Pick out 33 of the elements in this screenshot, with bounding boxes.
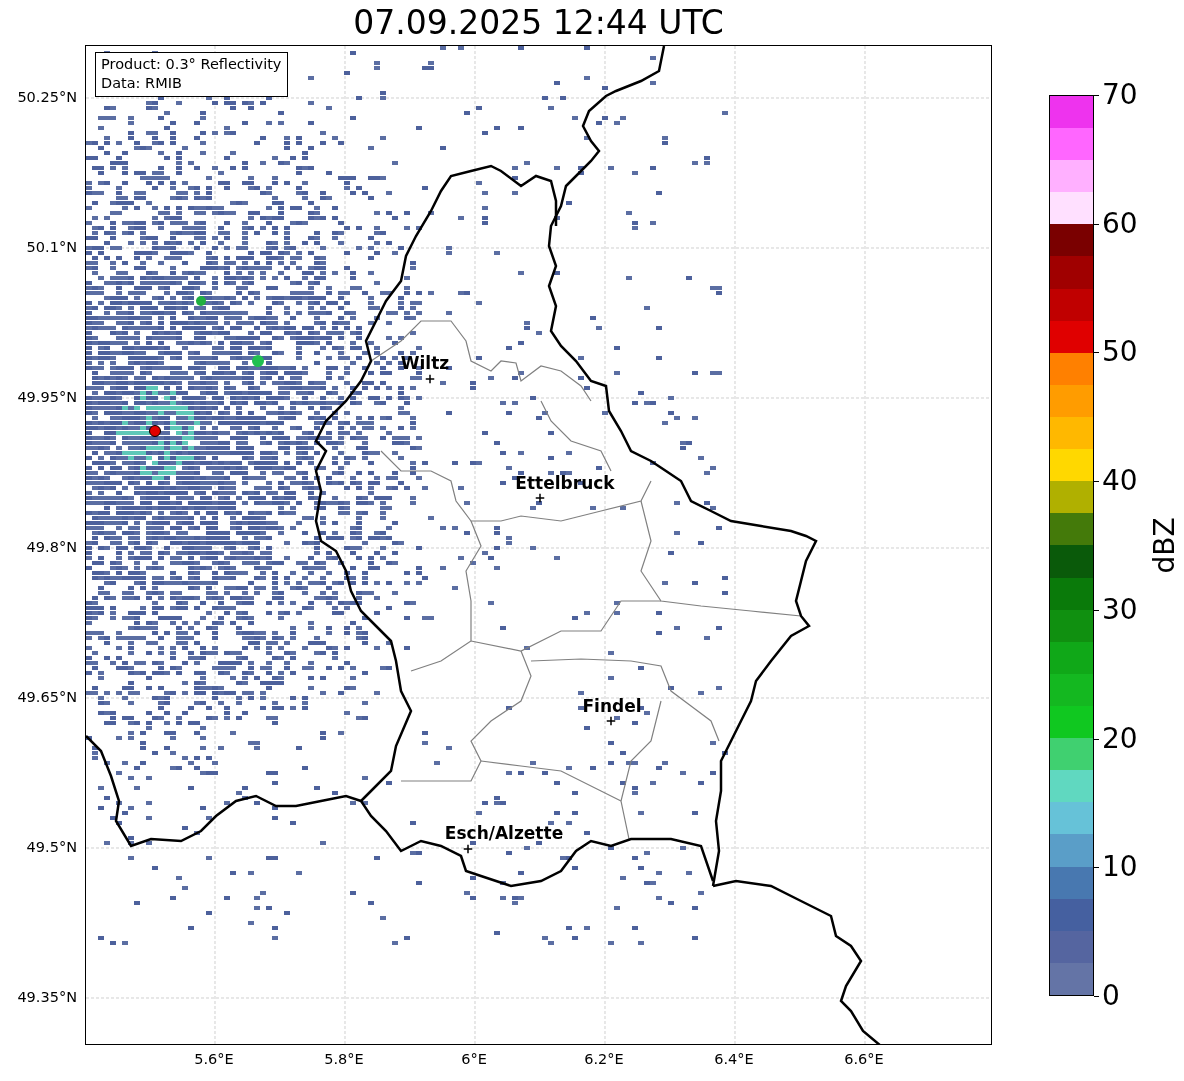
colorbar-title: dBZ [1147,517,1181,574]
longitude-label: 6.6°E [844,1051,884,1067]
latitude-label: 50.1°N [26,239,77,255]
colorbar-tick-label: 50 [1102,338,1138,367]
plus-icon [463,844,473,854]
colorbar-tick-label: 40 [1102,467,1138,496]
city-label: Ettelbruck [515,473,615,493]
city-label: Esch/Alzette [444,823,564,843]
latitude-label: 49.35°N [17,989,77,1005]
longitude-label: 6°E [461,1051,487,1067]
city-label: Wiltz [400,353,450,373]
longitude-label: 6.2°E [584,1051,624,1067]
city-label: Findel [582,696,642,716]
plus-icon [535,493,545,503]
latitude-label: 49.65°N [17,689,77,705]
latitude-label: 49.8°N [26,539,77,555]
colorbar-tick-label: 30 [1102,595,1138,624]
longitude-label: 5.8°E [324,1051,364,1067]
plus-icon [425,374,435,384]
plus-icon [606,716,616,726]
colorbar-tick-label: 20 [1102,724,1138,753]
longitude-label: 5.6°E [194,1051,234,1067]
info-text: Data: RMIB [101,74,183,93]
chart-title: 07.09.2025 12:44 UTC [353,6,724,39]
colorbar-tick-label: 10 [1102,853,1138,882]
latitude-label: 49.95°N [17,389,77,405]
info-text: Product: 0.3° Reflectivity [101,55,282,74]
latitude-label: 50.25°N [17,89,77,105]
colorbar-tick-label: 0 [1102,982,1120,1010]
longitude-label: 6.4°E [714,1051,754,1067]
colorbar-tick-label: 60 [1102,209,1138,238]
colorbar-tick-label: 70 [1102,81,1138,109]
latitude-label: 49.5°N [26,839,77,855]
